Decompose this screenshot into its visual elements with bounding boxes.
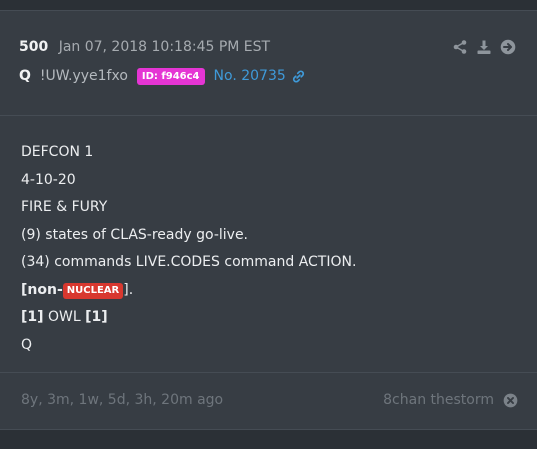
tripcode: !UW.yye1fxo [39, 68, 128, 84]
message-line: (9) states of CLAS-ready go-live. [21, 226, 249, 243]
post-date: Jan 07, 2018 10:18:45 PM EST [58, 39, 271, 55]
message-line: DEFCON 1 [21, 144, 94, 160]
message-line-non-nuclear: [non- NUCLEAR]. [21, 277, 356, 305]
message-line: FIRE & FURY [21, 199, 108, 215]
post-footer: 8y, 3m, 1w, 5d, 3h, 20m ago 8chan thesto… [0, 373, 537, 430]
arrow-right-circle-icon[interactable] [500, 39, 516, 55]
id-badge: ID: f946c4 [136, 67, 205, 85]
post-message: DEFCON 1 4-10-20 FIRE & FURY (9) states … [21, 139, 356, 359]
message-line-owl: [1] OWL [1] [21, 304, 356, 332]
nuclear-badge: NUCLEAR [62, 282, 124, 299]
author-name: Q [19, 68, 31, 84]
close-circle-icon[interactable] [503, 393, 518, 408]
share-icon[interactable] [452, 39, 468, 55]
source-label: 8chan thestorm [383, 392, 494, 408]
owl-close-bracket: [1] [85, 309, 108, 325]
owl-open-bracket: [1] [21, 309, 44, 325]
post-header: 500 Jan 07, 2018 10:18:45 PM EST Q !UW.y… [0, 11, 537, 115]
source-tag: 8chan thestorm [383, 392, 518, 408]
header-divider [0, 115, 537, 116]
post-link-label[interactable]: No. 20735 [214, 66, 286, 86]
link-icon[interactable] [291, 69, 306, 84]
page-background-top [0, 0, 537, 10]
message-line: 4-10-20 [21, 171, 76, 188]
post-meta-row: 500 Jan 07, 2018 10:18:45 PM EST [19, 38, 270, 56]
non-suffix: ]. [123, 281, 134, 298]
page-background-bottom [0, 430, 537, 449]
post-card: 500 Jan 07, 2018 10:18:45 PM EST Q !UW.y… [0, 10, 537, 430]
message-signoff: Q [21, 336, 33, 353]
message-line: (34) commands LIVE.CODES command ACTION. [21, 254, 357, 270]
time-ago: 8y, 3m, 1w, 5d, 3h, 20m ago [21, 392, 224, 408]
post-author-row: Q !UW.yye1fxo ID: f946c4 No. 20735 [19, 66, 306, 86]
owl-word: OWL [43, 309, 86, 325]
download-icon[interactable] [476, 39, 492, 55]
post-link[interactable]: No. 20735 [214, 66, 306, 86]
post-actions [452, 39, 516, 55]
non-prefix: [non- [21, 281, 63, 298]
post-number: 500 [19, 39, 49, 55]
